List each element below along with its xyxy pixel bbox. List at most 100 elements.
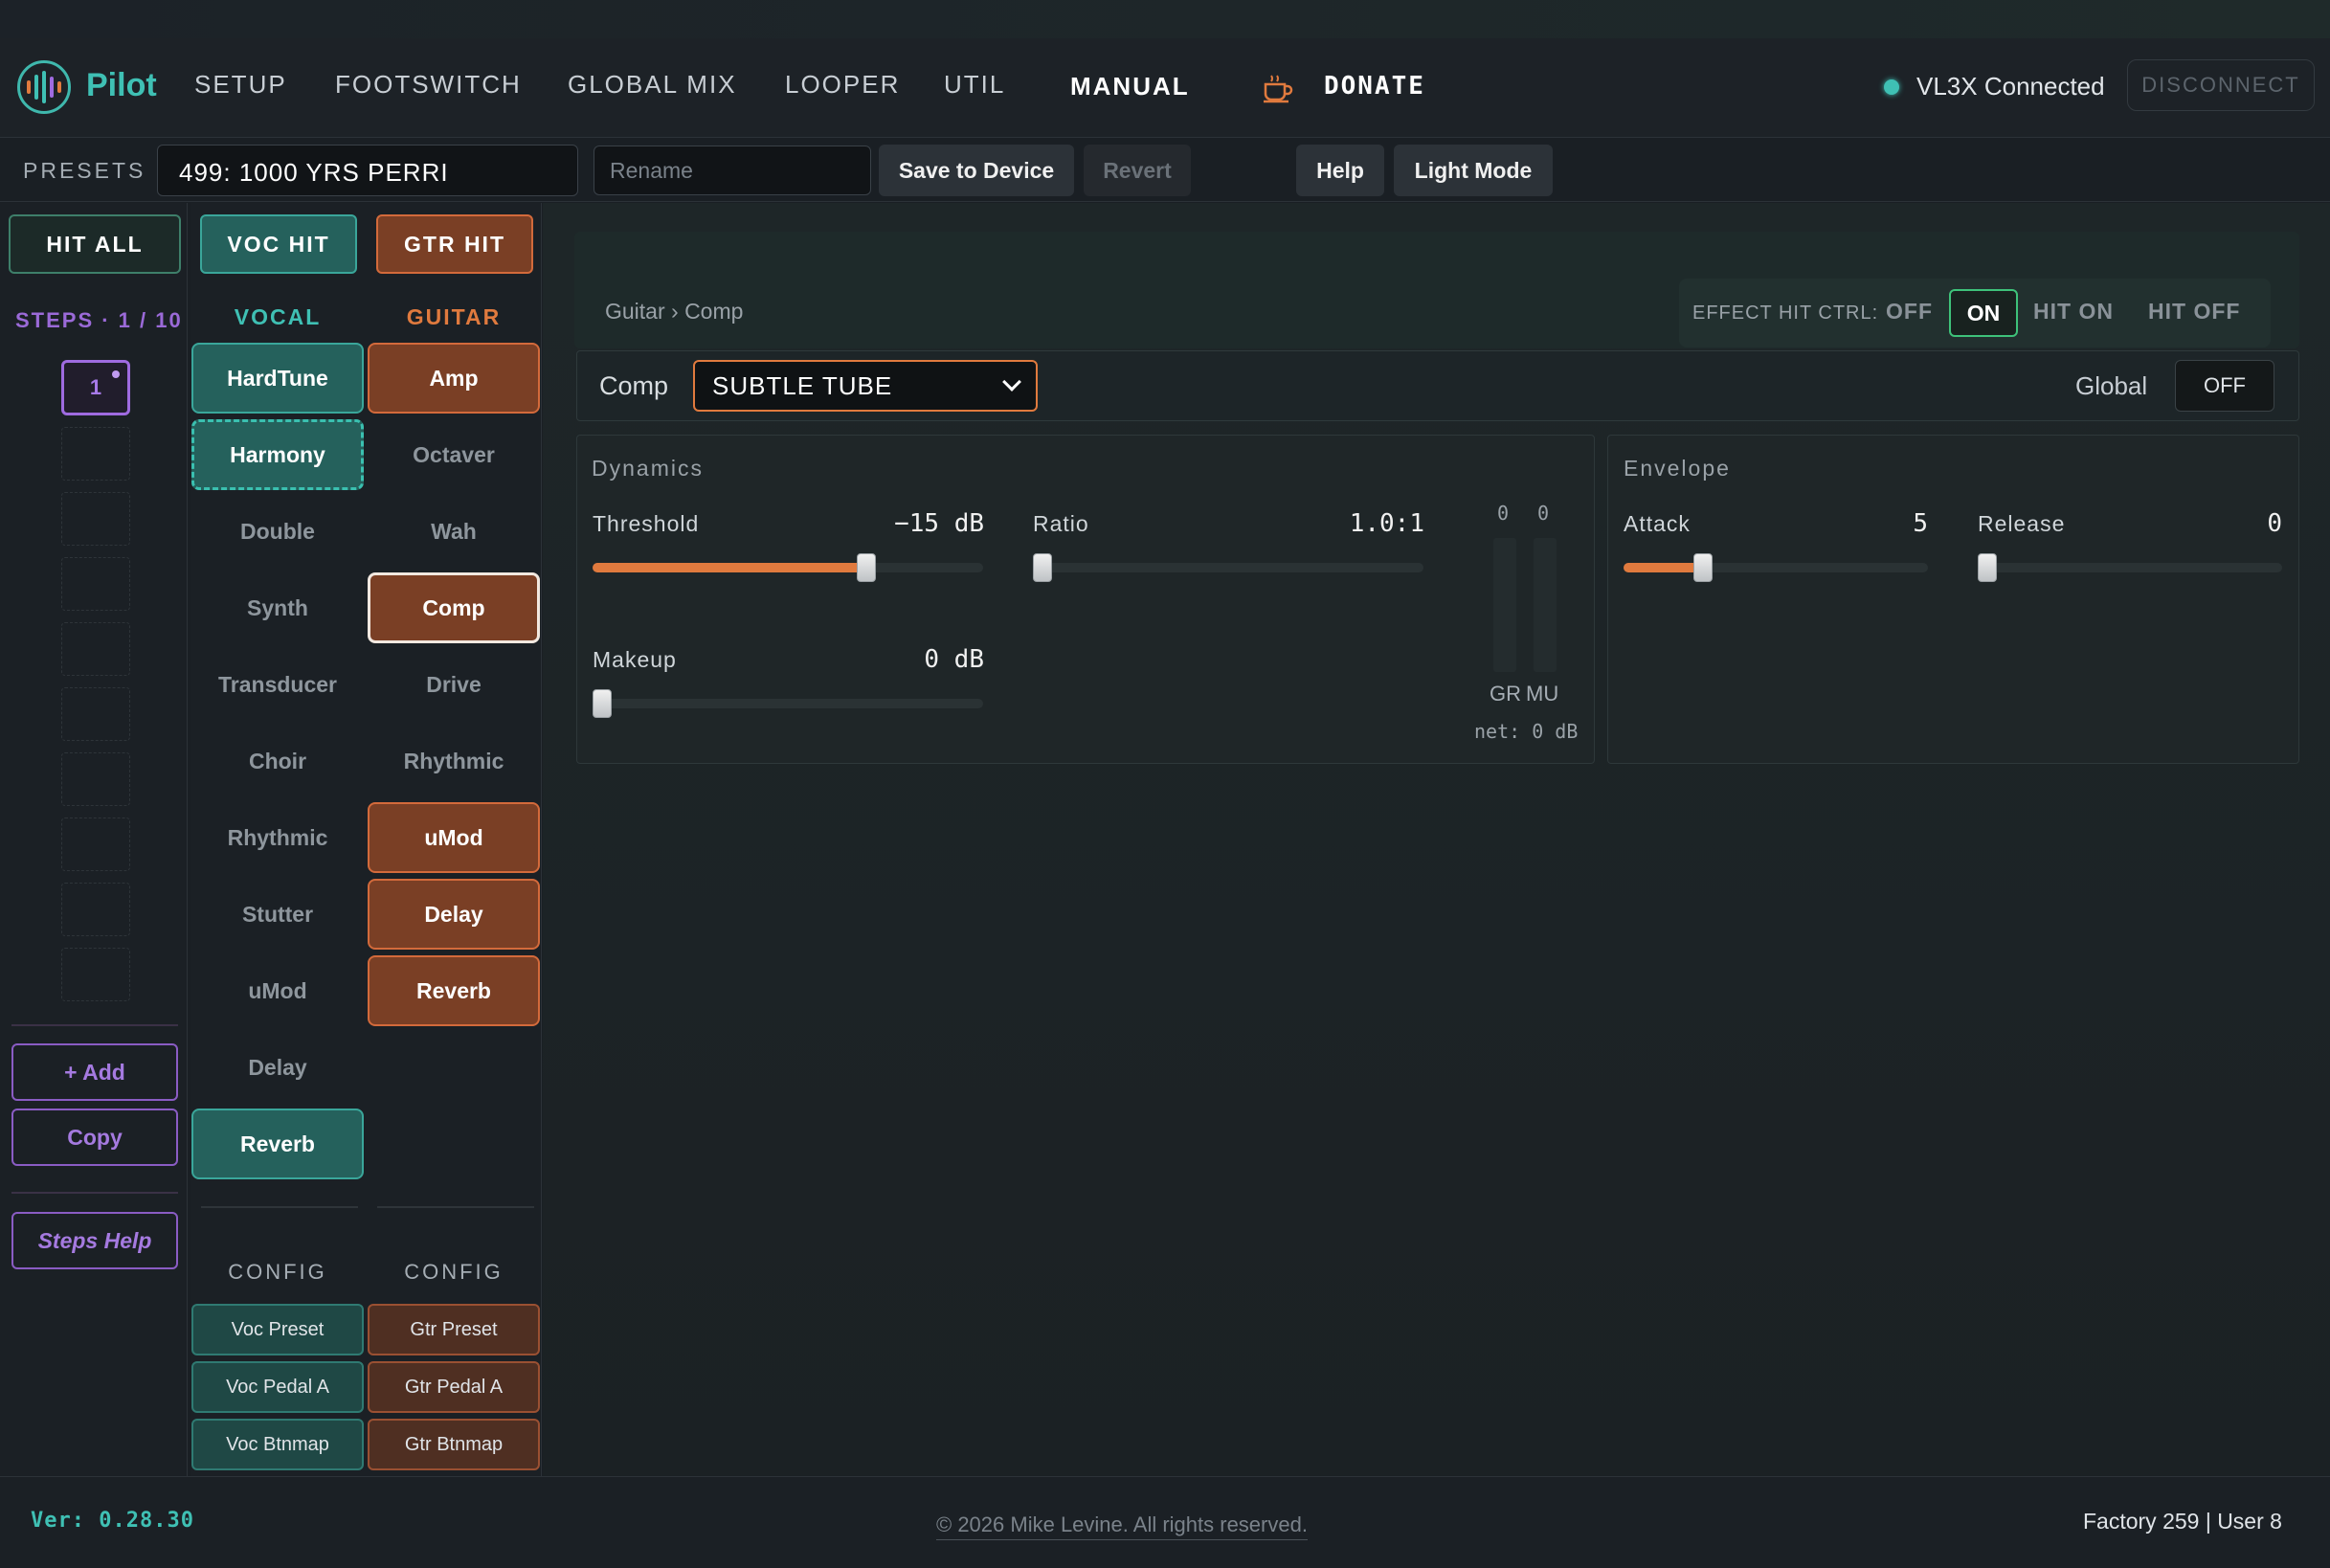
revert-button[interactable]: Revert [1084,145,1191,196]
rename-input[interactable] [594,146,871,195]
envelope-section [1607,435,2299,764]
help-button[interactable]: Help [1296,145,1384,196]
makeup-label: Makeup [593,647,677,672]
ratio-label: Ratio [1033,511,1089,536]
step-slot-empty[interactable] [61,752,130,806]
step-slot-empty[interactable] [61,492,130,546]
connection-status: VL3X Connected [1916,72,2105,101]
top-strip [0,0,2330,38]
nav-util[interactable]: UTIL [944,70,1005,100]
steps-counter: STEPS · 1 / 10 [15,308,183,332]
threshold-label: Threshold [593,511,700,536]
hit-ctrl-on[interactable]: ON [1949,289,2018,337]
guitar-effect-umod[interactable]: uMod [368,802,540,873]
makeup-slider[interactable] [593,689,983,718]
guitar-effect-reverb[interactable]: Reverb [368,955,540,1026]
donate-link[interactable]: DONATE [1324,72,1425,101]
threshold-fill [593,563,866,572]
vocal-effect-reverb[interactable]: Reverb [191,1109,364,1179]
effect-type-select[interactable]: SUBTLE TUBE [693,360,1038,412]
threshold-handle[interactable] [856,553,876,582]
vocal-effect-choir[interactable]: Choir [191,726,364,796]
gtr-pedal-a-button[interactable]: Gtr Pedal A [368,1361,540,1413]
global-toggle[interactable]: OFF [2175,360,2274,412]
divider [377,1206,534,1208]
step-slot-empty[interactable] [61,557,130,611]
guitar-effect-rhythmic[interactable]: Rhythmic [368,726,540,796]
step-slot-empty[interactable] [61,818,130,871]
guitar-effect-amp[interactable]: Amp [368,343,540,414]
step-slot-empty[interactable] [61,622,130,676]
gtr-hit-button[interactable]: GTR HIT [376,214,533,274]
guitar-effect-octaver[interactable]: Octaver [368,419,540,490]
breadcrumb: Guitar › Comp [605,299,744,324]
vocal-effect-rhythmic[interactable]: Rhythmic [191,802,364,873]
light-mode-button[interactable]: Light Mode [1394,145,1553,196]
vocal-effect-delay[interactable]: Delay [191,1032,364,1103]
attack-slider[interactable] [1624,553,1928,582]
release-handle[interactable] [1978,553,1997,582]
ratio-value: 1.0:1 [1349,509,1424,538]
chevron-down-icon [1002,372,1021,392]
add-step-button[interactable]: + Add [11,1043,178,1101]
gr-meter [1493,538,1516,672]
guitar-effect-wah[interactable]: Wah [368,496,540,567]
save-to-device-button[interactable]: Save to Device [879,145,1074,196]
hit-ctrl-hit-on[interactable]: HIT ON [2033,299,2114,325]
guitar-effect-drive[interactable]: Drive [368,649,540,720]
guitar-effect-delay[interactable]: Delay [368,879,540,950]
guitar-config-label: CONFIG [404,1260,504,1284]
vocal-effect-harmony[interactable]: Harmony [191,419,364,490]
makeup-value: 0 dB [924,645,984,674]
step-slot-empty[interactable] [61,687,130,741]
gr-meter-label: GR [1490,682,1521,706]
nav-footswitch[interactable]: FOOTSWITCH [335,70,522,100]
attack-label: Attack [1624,511,1691,536]
copy-step-button[interactable]: Copy [11,1109,178,1166]
vocal-effect-transducer[interactable]: Transducer [191,649,364,720]
preset-selector[interactable]: 499: 1000 YRS PERRI [157,145,578,196]
preset-bar: PRESETS 499: 1000 YRS PERRI Save to Devi… [0,139,2330,202]
step-slot-empty[interactable] [61,883,130,936]
nav-manual[interactable]: MANUAL [1070,72,1190,101]
copyright-link[interactable]: © 2026 Mike Levine. All rights reserved. [936,1512,1308,1540]
release-slider[interactable] [1978,553,2282,582]
attack-fill [1624,563,1703,572]
gtr-btnmap-button[interactable]: Gtr Btnmap [368,1419,540,1470]
vocal-effect-double[interactable]: Double [191,496,364,567]
voc-preset-button[interactable]: Voc Preset [191,1304,364,1355]
vocal-effect-umod[interactable]: uMod [191,955,364,1026]
step-slot-empty[interactable] [61,427,130,481]
nav-looper[interactable]: LOOPER [785,70,900,100]
voc-hit-button[interactable]: VOC HIT [200,214,357,274]
effect-hit-ctrl-label: EFFECT HIT CTRL: [1692,302,1879,324]
steps-help-button[interactable]: Steps Help [11,1212,178,1269]
ratio-slider[interactable] [1033,553,1423,582]
vocal-effect-synth[interactable]: Synth [191,572,364,643]
hit-ctrl-off[interactable]: OFF [1886,299,1933,325]
voc-btnmap-button[interactable]: Voc Btnmap [191,1419,364,1470]
gtr-preset-button[interactable]: Gtr Preset [368,1304,540,1355]
voc-pedal-a-button[interactable]: Voc Pedal A [191,1361,364,1413]
pilot-logo-icon [17,60,71,114]
vocal-effect-hardtune[interactable]: HardTune [191,343,364,414]
effect-label: Comp [599,371,669,400]
step-slot-empty[interactable] [61,948,130,1001]
makeup-handle[interactable] [593,689,612,718]
divider [11,1024,178,1026]
step-slot-active[interactable]: 1 [61,360,130,415]
attack-handle[interactable] [1692,553,1713,582]
step-number: 1 [89,375,102,399]
threshold-slider[interactable] [593,553,983,582]
nav-setup[interactable]: SETUP [194,70,287,100]
preset-counts: Factory 259 | User 8 [2083,1509,2282,1534]
vocal-effect-stutter[interactable]: Stutter [191,879,364,950]
guitar-heading: GUITAR [406,304,502,329]
hit-all-button[interactable]: HIT ALL [9,214,181,274]
disconnect-button[interactable]: DISCONNECT [2127,59,2315,111]
nav-global-mix[interactable]: GLOBAL MIX [568,70,737,100]
coffee-cup-icon[interactable] [1262,73,1294,103]
hit-ctrl-hit-off[interactable]: HIT OFF [2148,299,2240,325]
ratio-handle[interactable] [1033,553,1052,582]
guitar-effect-comp[interactable]: Comp [368,572,540,643]
